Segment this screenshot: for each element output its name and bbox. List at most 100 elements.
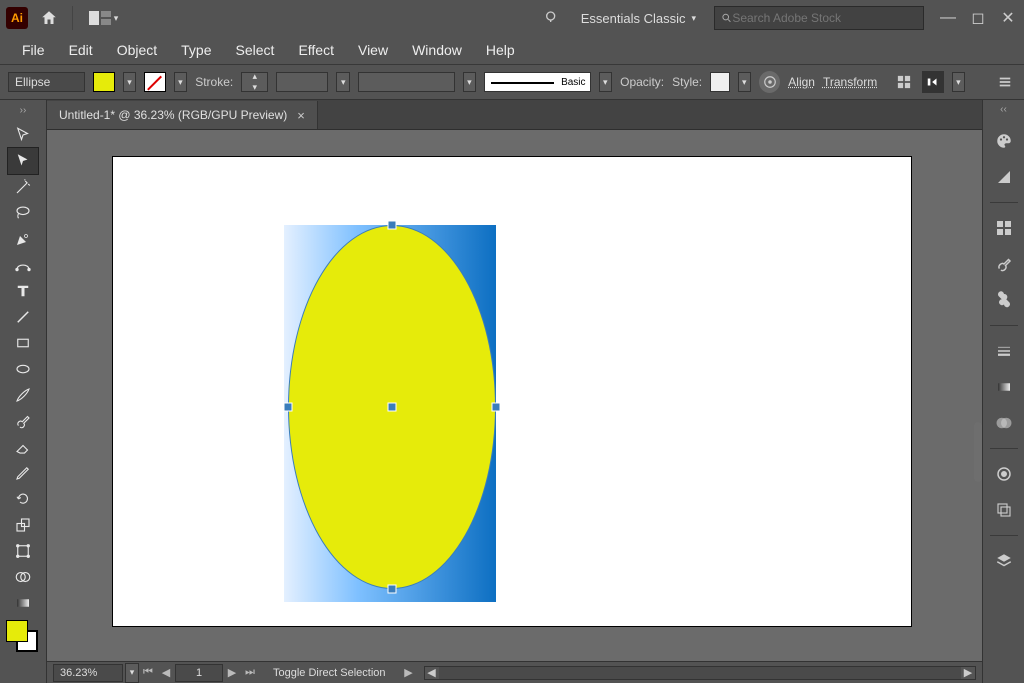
- zoom-level-field[interactable]: 36.23%: [53, 664, 123, 682]
- anchor-bottom[interactable]: [389, 586, 396, 593]
- scale-tool[interactable]: [8, 512, 38, 538]
- artboard[interactable]: [113, 157, 911, 626]
- symbols-panel[interactable]: [991, 287, 1017, 313]
- direct-selection-tool[interactable]: [8, 148, 38, 174]
- menu-window[interactable]: Window: [400, 38, 474, 62]
- menu-bar: File Edit Object Type Select Effect View…: [0, 36, 1024, 64]
- adobe-stock-search[interactable]: [714, 6, 924, 30]
- close-document-button[interactable]: ×: [297, 108, 305, 123]
- stroke-weight-dropdown[interactable]: ▾: [336, 72, 350, 92]
- fill-dropdown[interactable]: ▾: [123, 72, 137, 92]
- graphic-styles-panel[interactable]: [991, 497, 1017, 523]
- style-dropdown[interactable]: ▾: [738, 72, 752, 92]
- horizontal-scrollbar[interactable]: ◀ ▶: [424, 666, 976, 680]
- next-artboard-button[interactable]: ▶: [223, 664, 241, 682]
- fill-stroke-indicator[interactable]: [6, 620, 40, 658]
- vertical-scrollbar-thumb[interactable]: [974, 422, 982, 482]
- stroke-color-swatch[interactable]: [144, 72, 165, 92]
- paintbrush-tool[interactable]: [8, 382, 38, 408]
- control-bar-menu[interactable]: [995, 71, 1016, 93]
- stroke-weight-field[interactable]: [276, 72, 328, 92]
- stroke-weight-stepper[interactable]: ▴▾: [241, 72, 268, 92]
- menu-object[interactable]: Object: [105, 38, 169, 62]
- variable-width-dropdown[interactable]: ▾: [463, 72, 477, 92]
- home-button[interactable]: [36, 5, 62, 31]
- free-transform-tool[interactable]: [8, 538, 38, 564]
- menu-type[interactable]: Type: [169, 38, 223, 62]
- control-menu-dropdown[interactable]: ▾: [952, 72, 966, 92]
- selection-tool[interactable]: [8, 122, 38, 148]
- lasso-tool[interactable]: [8, 200, 38, 226]
- brush-dropdown[interactable]: ▾: [599, 72, 613, 92]
- chevron-down-icon: ▾: [691, 13, 696, 24]
- gradient-tool[interactable]: [8, 590, 38, 616]
- eraser-tool[interactable]: [8, 434, 38, 460]
- zoom-dropdown[interactable]: ▾: [125, 663, 139, 683]
- isolate-button[interactable]: [893, 71, 914, 93]
- swatches-panel[interactable]: [991, 215, 1017, 241]
- minimize-button[interactable]: —: [938, 9, 958, 27]
- rectangle-tool[interactable]: [8, 330, 38, 356]
- pen-tool[interactable]: [8, 226, 38, 252]
- stroke-panel[interactable]: [991, 338, 1017, 364]
- brush-definition[interactable]: Basic: [484, 72, 590, 92]
- ellipse-shape-selected[interactable]: [288, 225, 496, 589]
- first-artboard-button[interactable]: ⏮: [139, 664, 157, 682]
- document-tab-title: Untitled-1* @ 36.23% (RGB/GPU Preview): [59, 108, 287, 122]
- stroke-dropdown[interactable]: ▾: [174, 72, 188, 92]
- layers-panel[interactable]: [991, 548, 1017, 574]
- anchor-left[interactable]: [285, 404, 292, 411]
- maximize-button[interactable]: ◻: [968, 9, 988, 27]
- variable-width-profile[interactable]: [358, 72, 455, 92]
- menu-edit[interactable]: Edit: [57, 38, 105, 62]
- stock-search-input[interactable]: [732, 11, 917, 25]
- workspace: ››: [0, 100, 1024, 683]
- scroll-left-button[interactable]: ◀: [425, 667, 439, 679]
- menu-effect[interactable]: Effect: [286, 38, 346, 62]
- graphic-style-swatch[interactable]: [710, 72, 729, 92]
- stroke-weight-label: Stroke:: [195, 75, 233, 89]
- curvature-tool[interactable]: [8, 252, 38, 278]
- color-guide-panel[interactable]: [991, 164, 1017, 190]
- transform-panel-link[interactable]: Transform: [823, 75, 877, 89]
- anchor-top[interactable]: [389, 222, 396, 229]
- workspace-switcher[interactable]: Essentials Classic ▾: [571, 11, 706, 26]
- ellipse-tool[interactable]: [8, 356, 38, 382]
- appearance-panel[interactable]: [991, 461, 1017, 487]
- artboard-index-field[interactable]: 1: [175, 664, 223, 682]
- arrange-documents-button[interactable]: ▾: [83, 6, 123, 30]
- color-panel[interactable]: [991, 128, 1017, 154]
- line-tool[interactable]: [8, 304, 38, 330]
- gradient-panel[interactable]: [991, 374, 1017, 400]
- fill-color-swatch[interactable]: [93, 72, 114, 92]
- prev-artboard-button[interactable]: ◀: [157, 664, 175, 682]
- anchor-right[interactable]: [493, 404, 500, 411]
- title-bar: Ai ▾ Essentials Classic ▾ — ◻ ✕: [0, 0, 1024, 36]
- status-menu-button[interactable]: ▶: [400, 664, 418, 682]
- discover-icon[interactable]: [541, 7, 563, 29]
- menu-view[interactable]: View: [346, 38, 400, 62]
- toggle-panel-button[interactable]: [922, 71, 943, 93]
- menu-help[interactable]: Help: [474, 38, 527, 62]
- close-button[interactable]: ✕: [998, 9, 1018, 27]
- type-tool[interactable]: [8, 278, 38, 304]
- panel-dock-handle[interactable]: ‹‹: [1000, 104, 1007, 118]
- rotate-tool[interactable]: [8, 486, 38, 512]
- canvas[interactable]: [47, 130, 982, 661]
- tools-panel-handle[interactable]: ››: [0, 100, 46, 120]
- menu-select[interactable]: Select: [224, 38, 287, 62]
- align-panel-link[interactable]: Align: [788, 75, 815, 89]
- blob-brush-tool[interactable]: [8, 408, 38, 434]
- fill-indicator[interactable]: [6, 620, 28, 642]
- transparency-panel[interactable]: [991, 410, 1017, 436]
- document-tab[interactable]: Untitled-1* @ 36.23% (RGB/GPU Preview) ×: [47, 101, 318, 129]
- last-artboard-button[interactable]: ⏭: [241, 664, 259, 682]
- pencil-tool[interactable]: [8, 460, 38, 486]
- menu-file[interactable]: File: [10, 38, 57, 62]
- scroll-right-button[interactable]: ▶: [961, 667, 975, 679]
- center-point[interactable]: [389, 404, 396, 411]
- magic-wand-tool[interactable]: [8, 174, 38, 200]
- recolor-artwork-button[interactable]: [759, 71, 780, 93]
- shape-builder-tool[interactable]: [8, 564, 38, 590]
- brushes-panel[interactable]: [991, 251, 1017, 277]
